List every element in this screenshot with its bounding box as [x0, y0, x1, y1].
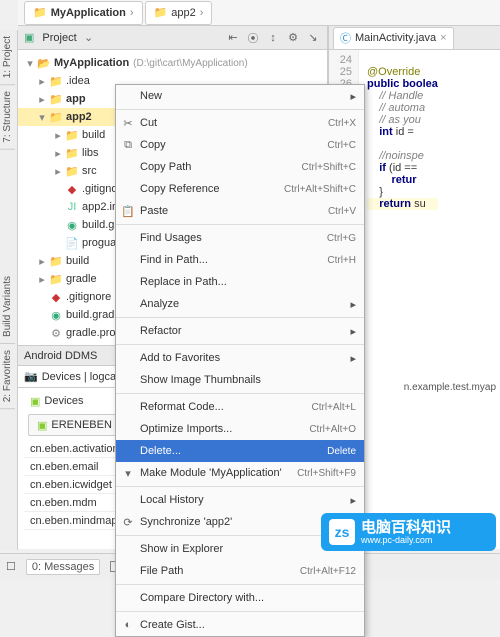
- separator: [116, 584, 364, 585]
- ctx-history[interactable]: Local History▸: [116, 489, 364, 511]
- editor-tab-main[interactable]: Ⓒ MainActivity.java ×: [333, 27, 454, 49]
- ctx-optimize[interactable]: Optimize Imports...Ctrl+Alt+O: [116, 418, 364, 440]
- file-icon: 📄: [64, 237, 80, 250]
- gradle-icon: ◉: [64, 219, 80, 232]
- ctx-replace-path[interactable]: Replace in Path...: [116, 271, 364, 293]
- project-icon: ▣: [24, 31, 34, 44]
- collapse-icon[interactable]: ⇤: [225, 31, 241, 44]
- git-icon: ◆: [48, 291, 64, 304]
- build-icon: ▾: [120, 467, 136, 480]
- folder-icon: 📁: [64, 165, 80, 178]
- watermark: zs 电脑百科知识 www.pc-daily.com: [321, 513, 496, 551]
- separator: [116, 344, 364, 345]
- hide-icon[interactable]: ↘: [305, 31, 321, 44]
- ctx-new[interactable]: New▸: [116, 85, 364, 107]
- project-root-icon: 📂: [36, 57, 52, 70]
- ctx-make[interactable]: ▾Make Module 'MyApplication'Ctrl+Shift+F…: [116, 462, 364, 484]
- paste-icon: 📋: [120, 205, 136, 218]
- ctx-thumbnails[interactable]: Show Image Thumbnails: [116, 369, 364, 391]
- side-tab-structure[interactable]: 7: Structure: [0, 85, 15, 150]
- folder-icon: 📁: [48, 75, 64, 88]
- sort-icon[interactable]: ↕: [265, 32, 281, 44]
- project-panel-header: ▣ Project ⌄ ⇤ ⦿ ↕ ⚙ ↘: [18, 26, 327, 50]
- side-tab-project[interactable]: 1: Project: [0, 30, 15, 85]
- separator: [116, 611, 364, 612]
- ctx-find-path[interactable]: Find in Path...Ctrl+H: [116, 249, 364, 271]
- crumb-root[interactable]: 📁 MyApplication›: [24, 1, 143, 25]
- ctx-delete[interactable]: Delete...Delete: [116, 440, 364, 462]
- panel-title: Project: [42, 32, 76, 44]
- screenshot-icon[interactable]: 📷: [24, 370, 38, 383]
- messages-tab[interactable]: 0: Messages: [26, 559, 100, 575]
- ctx-copy-path[interactable]: Copy PathCtrl+Shift+C: [116, 156, 364, 178]
- target-icon[interactable]: ⦿: [245, 30, 261, 46]
- git-icon: ◆: [64, 183, 80, 196]
- sync-icon: ⟳: [120, 516, 136, 529]
- left-gutter: 1: Project 7: Structure Build Variants 2…: [0, 30, 18, 550]
- editor-tabs: Ⓒ MainActivity.java ×: [329, 26, 500, 50]
- folder-icon: 📁: [154, 6, 168, 19]
- chevron-right-icon: ›: [200, 7, 204, 19]
- android-icon: ▣: [37, 419, 47, 432]
- separator: [116, 224, 364, 225]
- separator: [116, 109, 364, 110]
- ddms-tab-devices[interactable]: Devices | logcat: [42, 371, 119, 383]
- side-tab-build-variants[interactable]: Build Variants: [0, 270, 15, 344]
- ctx-compare[interactable]: Compare Directory with...: [116, 587, 364, 609]
- folder-icon: 📁: [48, 273, 64, 286]
- crumb-child[interactable]: 📁 app2›: [145, 1, 213, 25]
- ctx-find-usages[interactable]: Find UsagesCtrl+G: [116, 227, 364, 249]
- folder-icon: 📁: [64, 147, 80, 160]
- folder-icon: 📁: [48, 93, 64, 106]
- logcat-fragment: n.example.test.myap: [404, 382, 496, 393]
- ddms-title: Android DDMS: [24, 350, 97, 362]
- watermark-icon: zs: [329, 519, 355, 545]
- folder-icon: 📁: [33, 6, 47, 19]
- chevron-right-icon: ›: [130, 7, 134, 19]
- side-tab-favorites[interactable]: 2: Favorites: [0, 344, 15, 409]
- ctx-copy-ref[interactable]: Copy ReferenceCtrl+Alt+Shift+C: [116, 178, 364, 200]
- ctx-analyze[interactable]: Analyze▸: [116, 293, 364, 315]
- gear-icon[interactable]: ⚙: [285, 31, 301, 44]
- chevron-right-icon: ▸: [350, 90, 356, 103]
- separator: [116, 393, 364, 394]
- ctx-refactor[interactable]: Refactor▸: [116, 320, 364, 342]
- intellij-icon: JI: [64, 201, 80, 213]
- ctx-gist[interactable]: ◐Create Gist...: [116, 614, 364, 636]
- folder-icon: 📁: [48, 255, 64, 268]
- breadcrumb: 📁 MyApplication› 📁 app2›: [18, 0, 500, 26]
- separator: [116, 317, 364, 318]
- java-class-icon: Ⓒ: [340, 30, 351, 46]
- tree-root[interactable]: ▾📂MyApplication(D:\git\cart\MyApplicatio…: [18, 54, 327, 72]
- properties-icon: ⚙: [48, 327, 64, 340]
- ctx-reformat[interactable]: Reformat Code...Ctrl+Alt+L: [116, 396, 364, 418]
- gradle-icon: ◉: [48, 309, 64, 322]
- chevron-right-icon: ▸: [350, 352, 356, 365]
- folder-icon: 📁: [48, 111, 64, 124]
- ctx-favorites[interactable]: Add to Favorites▸: [116, 347, 364, 369]
- chevron-right-icon: ▸: [350, 494, 356, 507]
- ctx-copy[interactable]: ⧉CopyCtrl+C: [116, 134, 364, 156]
- chevron-right-icon: ▸: [350, 298, 356, 311]
- cut-icon: ✂: [120, 117, 136, 130]
- ctx-cut[interactable]: ✂CutCtrl+X: [116, 112, 364, 134]
- copy-icon: ⧉: [120, 139, 136, 152]
- folder-icon: 📁: [64, 129, 80, 142]
- separator: [116, 486, 364, 487]
- code[interactable]: @Override public boolea // Handle // aut…: [359, 50, 438, 234]
- dropdown-icon[interactable]: ⌄: [81, 31, 97, 44]
- close-icon[interactable]: ×: [440, 32, 446, 44]
- ctx-paste[interactable]: 📋PasteCtrl+V: [116, 200, 364, 222]
- context-menu: New▸ ✂CutCtrl+X ⧉CopyCtrl+C Copy PathCtr…: [115, 84, 365, 637]
- chevron-right-icon: ▸: [350, 325, 356, 338]
- android-icon: ▣: [30, 395, 40, 408]
- github-icon: ◐: [120, 619, 136, 631]
